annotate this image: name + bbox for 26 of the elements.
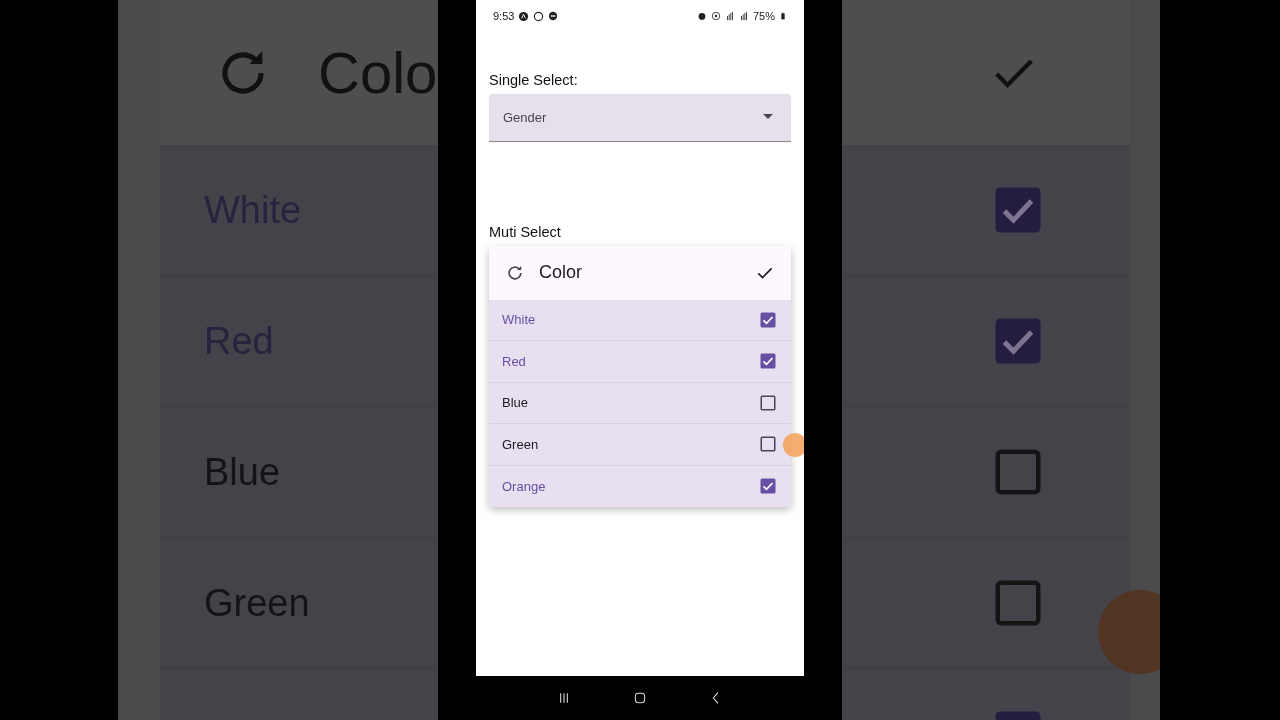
menu-title: Color: [539, 261, 583, 284]
signal-icon: [724, 11, 735, 21]
checkbox[interactable]: [759, 352, 777, 371]
checkbox[interactable]: [759, 310, 777, 329]
field-label: Single Select:: [489, 71, 579, 90]
option-row[interactable]: Red: [489, 341, 791, 383]
option-row[interactable]: Blue: [489, 382, 791, 424]
backdrop-title: Colo: [318, 43, 438, 102]
option-row[interactable]: White: [489, 299, 791, 341]
field-label: Muti Select: [489, 222, 562, 242]
checkbox[interactable]: [759, 393, 777, 412]
hotspot-icon: [710, 11, 721, 21]
checkbox[interactable]: [759, 435, 777, 454]
checkbox[interactable]: [759, 477, 777, 496]
chat-icon: [533, 10, 545, 22]
home-icon[interactable]: [632, 690, 648, 706]
battery-percent: 75%: [752, 8, 775, 24]
app-icon: [518, 10, 530, 22]
option-row[interactable]: Green: [489, 424, 791, 466]
status-time: 9:53: [493, 8, 515, 24]
do-not-disturb-icon: [548, 11, 559, 21]
dropdown-field[interactable]: Gender: [489, 93, 791, 142]
signal-icon: [738, 11, 749, 21]
caret-icon: [763, 114, 773, 121]
battery-icon: [779, 11, 787, 21]
option-row[interactable]: Orange: [489, 465, 791, 507]
